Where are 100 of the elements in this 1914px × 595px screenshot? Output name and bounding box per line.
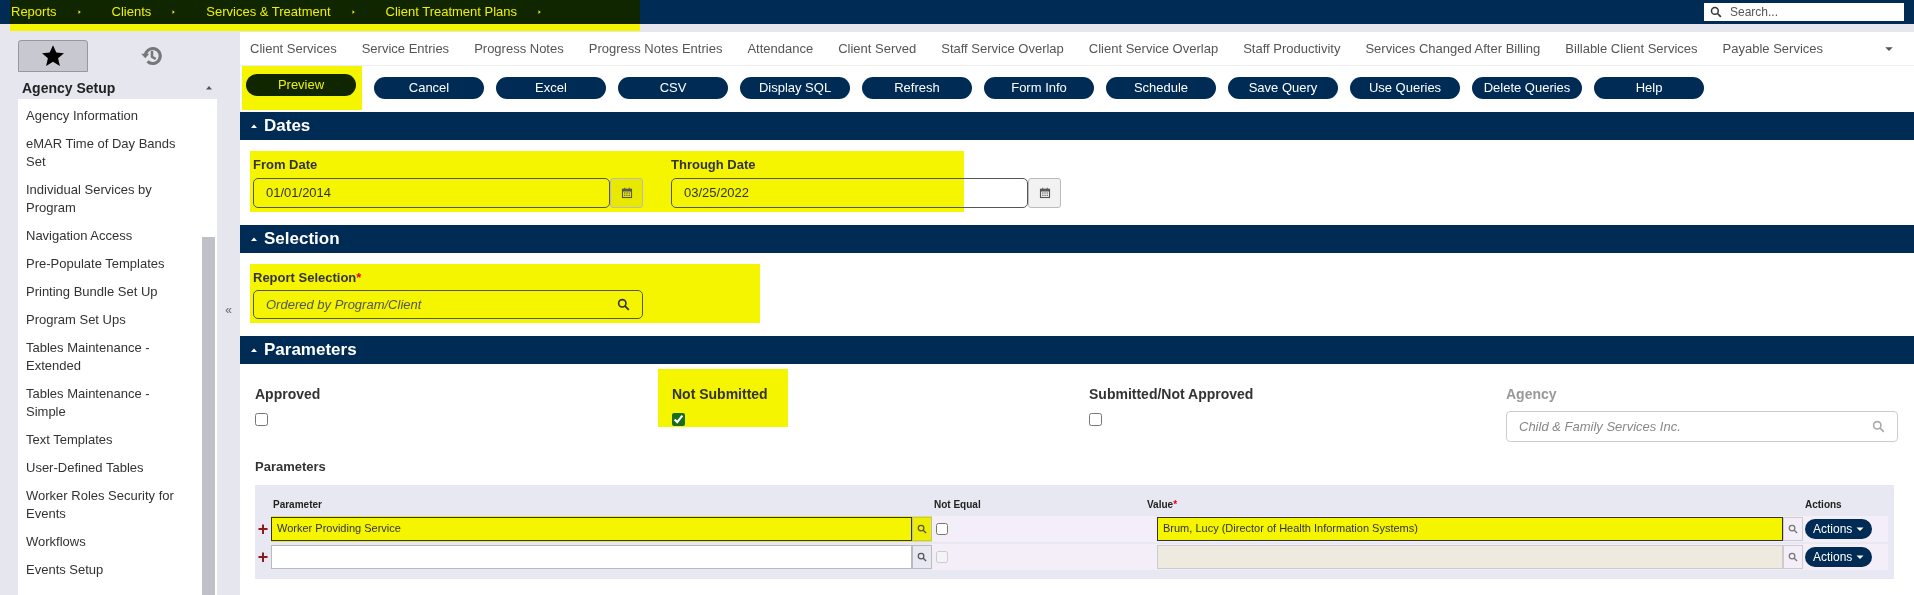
sidebar-item[interactable]: Worker Roles Security for Events [26, 482, 191, 528]
field-label: From Date [253, 156, 319, 174]
section-header[interactable]: Dates [240, 112, 1914, 140]
lookup-field[interactable]: Ordered by Program/Client [253, 290, 643, 319]
search-icon [617, 298, 630, 311]
checkbox[interactable] [1089, 413, 1102, 426]
checkbox[interactable] [936, 522, 948, 535]
toolbar-button[interactable]: Cancel [374, 77, 484, 99]
option-label: Submitted/Not Approved [1089, 385, 1255, 404]
sidebar-tab[interactable] [18, 40, 88, 72]
search-icon [1788, 523, 1798, 534]
sidebar-item[interactable]: Tables Maintenance - Simple [26, 380, 191, 426]
sidebar-item[interactable]: Printing Bundle Set Up [26, 278, 191, 306]
section-heading: Agency Setup [22, 78, 116, 98]
toolbar-button[interactable]: CSV [618, 77, 728, 99]
sidebar-item[interactable]: Tables Maintenance - Extended [26, 334, 191, 380]
checkbox[interactable] [255, 413, 268, 426]
report-tab[interactable]: Client Service Overlap [1088, 38, 1219, 59]
report-tab[interactable]: Client Services [250, 38, 337, 59]
report-tab[interactable]: Staff Service Overlap [941, 38, 1064, 59]
search-icon [1710, 6, 1722, 18]
calendar-icon [1038, 186, 1051, 199]
report-tab[interactable]: Billable Client Services [1565, 38, 1698, 59]
breadcrumb-link[interactable]: Clients [110, 2, 206, 22]
column-header: Actions [1804, 497, 1843, 512]
parameter-field[interactable] [271, 544, 912, 569]
calendar-button[interactable] [1028, 177, 1061, 208]
sidebar-item[interactable]: Text Templates [26, 426, 191, 454]
value-field[interactable]: Brum, Lucy (Director of Health Information Systems) [1157, 516, 1783, 541]
date-field[interactable]: 01/01/2014 [253, 177, 610, 208]
toolbar-button[interactable]: Delete Queries [1472, 77, 1582, 99]
checkbox[interactable] [672, 413, 685, 426]
toolbar-button[interactable]: Preview [246, 74, 356, 96]
report-tab[interactable]: Payable Services [1722, 38, 1823, 59]
lookup-button[interactable] [912, 516, 932, 541]
collapse-toggle[interactable]: « [225, 300, 232, 319]
report-tab[interactable]: Services Changed After Billing [1365, 38, 1541, 59]
breadcrumb-link[interactable]: Reports [10, 2, 111, 22]
column-header: Not Equal [933, 497, 982, 512]
option-label: Not Submitted [672, 385, 769, 404]
search-icon [917, 523, 927, 534]
lookup-button[interactable] [912, 544, 932, 569]
search-field[interactable]: Search... [1704, 3, 1904, 21]
section-header[interactable]: Selection [240, 224, 1914, 253]
collapse-caret-icon [250, 346, 258, 354]
toolbar-button[interactable]: Excel [496, 77, 606, 99]
search-icon [1872, 420, 1885, 433]
date-field[interactable]: 03/25/2022 [671, 177, 1028, 208]
star-icon [40, 44, 65, 68]
calendar-icon [620, 186, 633, 199]
sidebar-item[interactable]: Individual Services by Program [26, 176, 191, 222]
toolbar-button[interactable]: Form Info [984, 77, 1094, 99]
option-label: Approved [255, 385, 322, 404]
parameter-field[interactable]: Worker Providing Service [271, 516, 912, 541]
search-icon [1788, 551, 1798, 562]
report-tab[interactable]: Progress Notes Entries [588, 38, 723, 59]
toolbar-button[interactable]: Refresh [862, 77, 972, 99]
column-header: Value* [1146, 497, 1179, 512]
sidebar-item[interactable]: Events Setup [26, 556, 191, 584]
field-label: Through Date [671, 156, 757, 174]
scrollbar-thumb[interactable] [202, 237, 215, 595]
column-header: Parameter [272, 497, 323, 512]
sidebar-item[interactable]: Pre-Populate Templates [26, 250, 191, 278]
table-title: Parameters [254, 458, 327, 476]
history-icon [140, 44, 165, 68]
report-tab[interactable]: Progress Notes [474, 38, 564, 59]
collapse-caret-icon [250, 122, 258, 130]
toolbar-button[interactable]: Use Queries [1350, 77, 1460, 99]
report-tab[interactable]: Staff Productivity [1243, 38, 1341, 59]
sidebar-item[interactable]: Navigation Access [26, 222, 191, 250]
calendar-button[interactable] [610, 177, 643, 208]
sidebar-item[interactable]: Workflows [26, 528, 191, 556]
toolbar-button[interactable]: Help [1594, 77, 1704, 99]
report-tab[interactable]: Service Entries [361, 38, 450, 59]
lookup-field: Child & Family Services Inc. [1506, 411, 1898, 442]
value-field[interactable] [1157, 544, 1783, 569]
search-icon [917, 551, 927, 562]
toolbar-button[interactable]: Display SQL [740, 77, 850, 99]
report-tab[interactable]: Client Served [838, 38, 917, 59]
sidebar-item[interactable]: eMAR Time of Day Bands Set [26, 130, 191, 176]
add-row-button[interactable]: + [255, 547, 271, 566]
actions-button[interactable]: Actions [1805, 546, 1873, 567]
sidebar-item[interactable]: Program Set Ups [26, 306, 191, 334]
add-row-button[interactable]: + [255, 519, 271, 538]
report-tab[interactable]: Attendance [747, 38, 814, 59]
lookup-button[interactable] [1783, 516, 1803, 541]
caret-right-icon [76, 8, 83, 16]
field-label: Report Selection* [253, 268, 363, 287]
breadcrumb-link[interactable]: Client Treatment Plans [384, 2, 572, 22]
section-header[interactable]: Parameters [240, 336, 1914, 364]
actions-button[interactable]: Actions [1805, 518, 1873, 539]
toolbar-button[interactable]: Save Query [1228, 77, 1338, 99]
sidebar-item[interactable]: Agency Information [26, 102, 191, 130]
scroll-up-icon [205, 84, 213, 92]
breadcrumb-link[interactable]: Services & Treatment [205, 2, 385, 22]
toolbar-button[interactable]: Schedule [1106, 77, 1216, 99]
field-label: Agency [1506, 385, 1558, 404]
lookup-button[interactable] [1783, 544, 1803, 569]
sidebar-item[interactable]: User-Defined Tables [26, 454, 191, 482]
caret-right-icon [350, 8, 357, 16]
